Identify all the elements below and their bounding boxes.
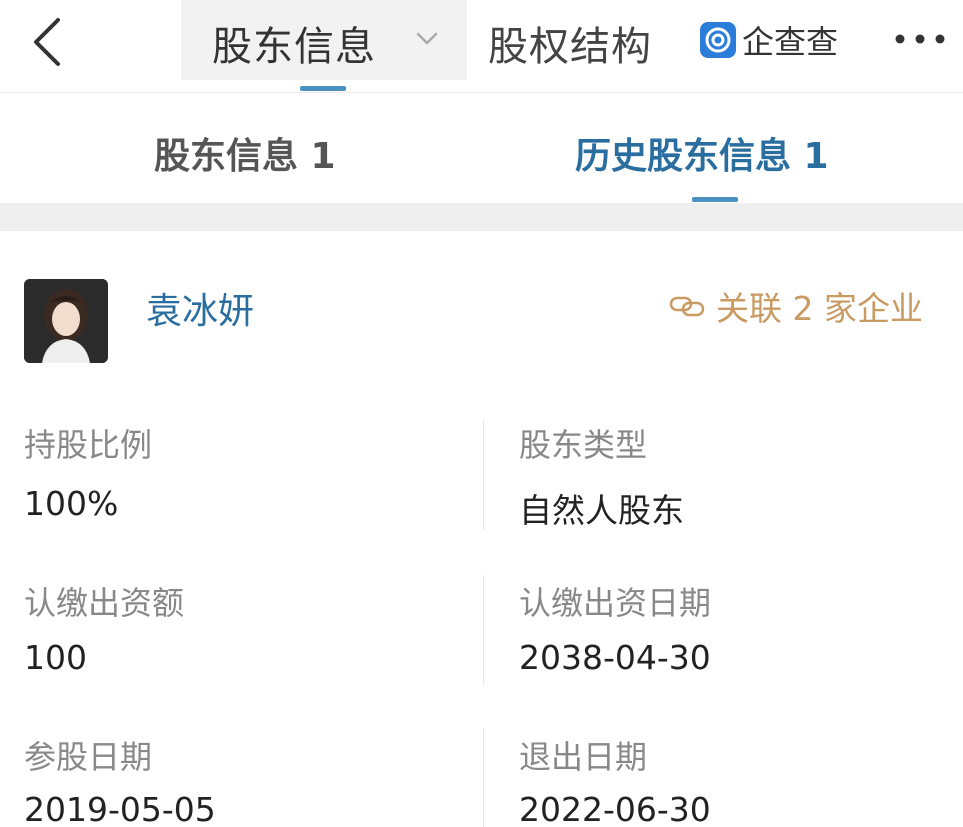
top-bar: 股东信息 股权结构 企查查 bbox=[0, 0, 963, 92]
column-divider bbox=[483, 728, 484, 827]
join-date-value: 2019-05-05 bbox=[24, 790, 216, 827]
tab-current-shareholders[interactable]: 股东信息 1 bbox=[154, 127, 336, 179]
avatar[interactable] bbox=[24, 279, 108, 363]
tab-shareholder-info-label[interactable]: 股东信息 bbox=[212, 14, 376, 72]
column-divider bbox=[483, 420, 484, 530]
related-companies-label: 关联 2 家企业 bbox=[716, 289, 923, 328]
link-icon bbox=[669, 296, 705, 317]
type-label: 股东类型 bbox=[519, 426, 648, 464]
amount-label: 认缴出资额 bbox=[24, 584, 185, 622]
brand: 企查查 bbox=[700, 18, 838, 62]
join-date-label: 参股日期 bbox=[24, 738, 153, 776]
exit-date-value: 2022-06-30 bbox=[519, 790, 711, 827]
type-value: 自然人股东 bbox=[519, 491, 684, 530]
qichacha-logo-icon bbox=[700, 22, 736, 58]
subscription-date-value: 2038-04-30 bbox=[519, 638, 711, 677]
related-companies-link[interactable]: 关联 2 家企业 bbox=[668, 282, 923, 330]
more-dots-icon[interactable] bbox=[890, 24, 950, 54]
amount-value: 100 bbox=[24, 638, 87, 677]
shareholder-name[interactable]: 袁冰妍 bbox=[146, 282, 254, 334]
ratio-label: 持股比例 bbox=[24, 426, 153, 464]
ratio-value: 100% bbox=[24, 484, 119, 523]
subscription-date-label: 认缴出资日期 bbox=[519, 584, 712, 622]
sub-tabs: 股东信息 1 历史股东信息 1 bbox=[0, 93, 963, 203]
active-tab-indicator bbox=[300, 86, 346, 91]
back-arrow-icon[interactable] bbox=[26, 14, 70, 70]
tab-equity-structure[interactable]: 股权结构 bbox=[488, 14, 652, 72]
brand-name: 企查查 bbox=[742, 23, 839, 61]
exit-date-label: 退出日期 bbox=[519, 738, 648, 776]
active-subtab-indicator bbox=[692, 197, 738, 202]
chevron-down-icon[interactable] bbox=[414, 28, 440, 50]
section-gap bbox=[0, 203, 963, 231]
column-divider bbox=[483, 575, 484, 685]
tab-history-shareholders[interactable]: 历史股东信息 1 bbox=[575, 127, 829, 179]
